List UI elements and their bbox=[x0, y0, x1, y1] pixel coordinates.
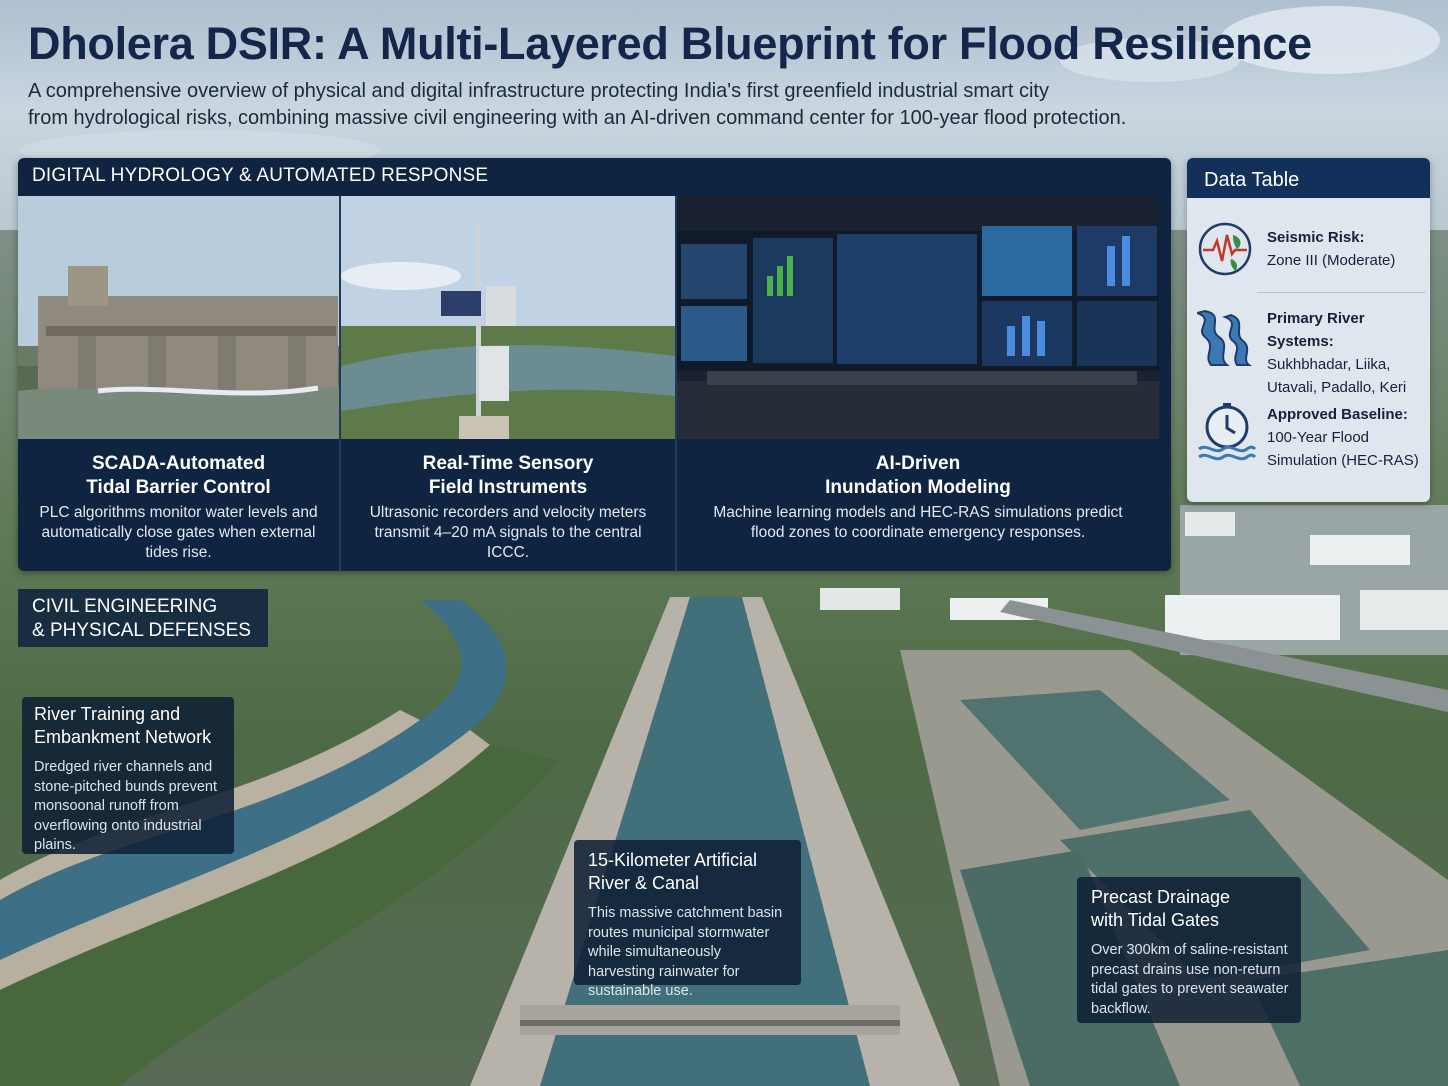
seismic-icon bbox=[1198, 222, 1252, 276]
data-row-rivers: Primary River Systems: Sukhbhadar, Liika… bbox=[1197, 303, 1420, 396]
data-row-value: Simulation (HEC-RAS) bbox=[1267, 452, 1419, 469]
river-training-description: Dredged river channels and stone-pitched… bbox=[34, 759, 217, 853]
data-table-title: Data Table bbox=[1187, 158, 1430, 198]
digital-section-title: DIGITAL HYDROLOGY & AUTOMATED RESPONSE bbox=[32, 165, 489, 186]
card-title-line: Inundation Modeling bbox=[825, 477, 1011, 498]
card-title-line: Field Instruments bbox=[428, 477, 588, 498]
info-title-line: River Training and bbox=[34, 704, 181, 724]
card-title-line: SCADA-Automated bbox=[91, 453, 266, 474]
digital-hydrology-panel: DIGITAL HYDROLOGY & AUTOMATED RESPONSE S… bbox=[18, 158, 1171, 571]
data-row-value: Zone III (Moderate) bbox=[1267, 252, 1396, 269]
data-row-baseline: Approved Baseline: 100-Year Flood Simula… bbox=[1197, 401, 1420, 481]
subtitle-line: A comprehensive overview of physical and… bbox=[28, 80, 1049, 102]
info-title-line: Precast Drainage bbox=[1091, 887, 1231, 907]
civil-title-line: & PHYSICAL DEFENSES bbox=[32, 620, 251, 641]
tidal-barrier-photo bbox=[18, 196, 339, 439]
civil-title-line: CIVIL ENGINEERING bbox=[32, 596, 218, 617]
data-row-label: Primary River Systems: bbox=[1267, 310, 1365, 350]
info-title-line: 15-Kilometer Artificial bbox=[588, 850, 758, 870]
info-title-line: Embankment Network bbox=[34, 727, 212, 747]
data-row-value: 100-Year Flood bbox=[1267, 429, 1370, 446]
card-title-line: Tidal Barrier Control bbox=[86, 477, 271, 498]
flood-clock-icon bbox=[1198, 403, 1257, 461]
canal-title: 15-Kilometer Artificial River & Canal bbox=[588, 849, 791, 895]
page-subtitle: A comprehensive overview of physical and… bbox=[28, 78, 1228, 132]
row-divider bbox=[1257, 292, 1426, 293]
scada-card: SCADA-Automated Tidal Barrier Control PL… bbox=[18, 196, 339, 571]
info-title-line: River & Canal bbox=[588, 873, 700, 893]
river-icon bbox=[1197, 309, 1252, 366]
scada-card-title: SCADA-Automated Tidal Barrier Control bbox=[18, 452, 339, 500]
scada-card-description: PLC algorithms monitor water levels and … bbox=[39, 504, 318, 561]
data-row-text: Approved Baseline: 100-Year Flood Simula… bbox=[1267, 403, 1419, 472]
sensor-card: Real-Time Sensory Field Instruments Ultr… bbox=[341, 196, 675, 571]
data-row-value: Sukhbhadar, Liika, bbox=[1267, 356, 1391, 373]
info-title-line: with Tidal Gates bbox=[1091, 910, 1220, 930]
data-row-value: Utavali, Padallo, Keri bbox=[1267, 379, 1407, 396]
ai-card-description: Machine learning models and HEC-RAS simu… bbox=[713, 504, 1123, 541]
drainage-title: Precast Drainage with Tidal Gates bbox=[1091, 886, 1291, 932]
artificial-canal-box: 15-Kilometer Artificial River & Canal Th… bbox=[574, 840, 801, 999]
precast-drainage-box: Precast Drainage with Tidal Gates Over 3… bbox=[1077, 877, 1301, 1023]
data-row-text: Primary River Systems: Sukhbhadar, Liika… bbox=[1267, 307, 1420, 399]
drainage-description: Over 300km of saline-resistant precast d… bbox=[1091, 942, 1289, 1017]
river-training-box: River Training and Embankment Network Dr… bbox=[22, 697, 234, 854]
sensor-card-title: Real-Time Sensory Field Instruments bbox=[341, 452, 675, 500]
command-center-photo bbox=[677, 196, 1159, 439]
data-row-text: Seismic Risk: Zone III (Moderate) bbox=[1267, 226, 1395, 272]
data-table-panel: Data Table Seismic Risk: Zone III (Moder… bbox=[1187, 158, 1430, 502]
data-row-seismic: Seismic Risk: Zone III (Moderate) bbox=[1197, 218, 1420, 278]
data-row-label: Seismic Risk: bbox=[1267, 229, 1365, 246]
subtitle-line: from hydrological risks, combining massi… bbox=[28, 107, 1127, 129]
page-title: Dholera DSIR: A Multi-Layered Blueprint … bbox=[28, 18, 1312, 69]
field-instrument-photo bbox=[341, 196, 675, 439]
sensor-card-description: Ultrasonic recorders and velocity meters… bbox=[369, 504, 647, 561]
data-row-label: Approved Baseline: bbox=[1267, 406, 1408, 423]
card-title-line: Real-Time Sensory bbox=[422, 453, 594, 474]
ai-card-title: AI-Driven Inundation Modeling bbox=[677, 452, 1159, 500]
card-title-line: AI-Driven bbox=[875, 453, 961, 474]
canal-description: This massive catchment basin routes muni… bbox=[588, 905, 783, 999]
river-training-title: River Training and Embankment Network bbox=[34, 703, 224, 749]
civil-section-title: CIVIL ENGINEERING & PHYSICAL DEFENSES bbox=[18, 589, 268, 647]
ai-modeling-card: AI-Driven Inundation Modeling Machine le… bbox=[677, 196, 1171, 571]
